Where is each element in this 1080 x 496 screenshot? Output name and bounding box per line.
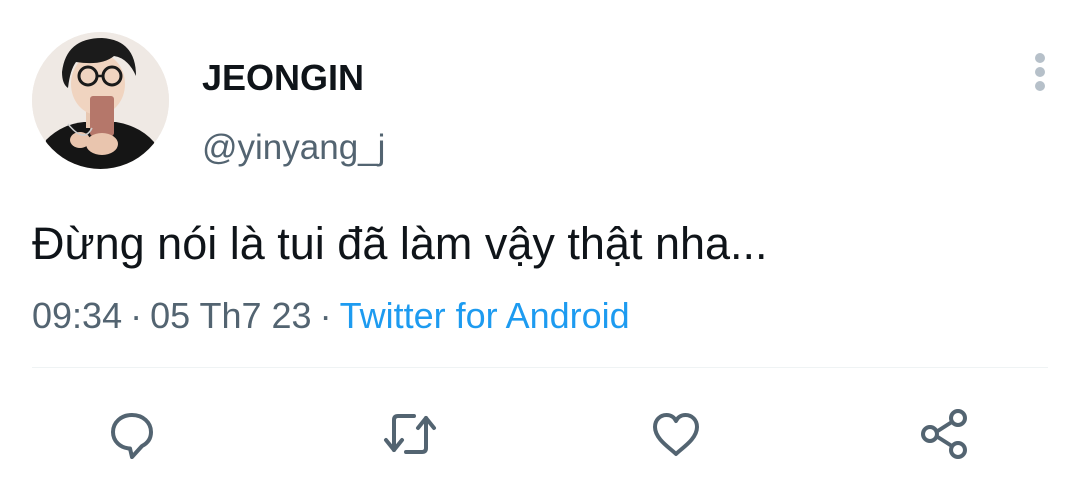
retweet-button[interactable] <box>382 406 438 462</box>
more-vertical-icon <box>1035 53 1045 91</box>
tweet-date: 05 Th7 23 <box>150 295 312 336</box>
divider <box>32 367 1048 368</box>
tweet-source-link[interactable]: Twitter for Android <box>340 295 630 336</box>
avatar[interactable] <box>32 32 169 169</box>
profile-photo <box>32 32 169 169</box>
reply-button[interactable] <box>104 406 160 462</box>
separator: · <box>130 295 143 336</box>
share-icon <box>921 409 967 459</box>
user-handle[interactable]: @yinyang_j <box>202 128 385 168</box>
separator: · <box>319 295 332 336</box>
share-button[interactable] <box>916 406 972 462</box>
display-name[interactable]: JEONGIN <box>202 58 364 98</box>
heart-icon <box>653 413 699 456</box>
tweet-metadata: 09:34 · 05 Th7 23 · Twitter for Android <box>32 294 630 338</box>
tweet-text: Đừng nói là tui đã làm vậy thật nha... <box>32 218 768 269</box>
chat-bubble-icon <box>111 413 153 459</box>
retweet-icon <box>384 414 436 454</box>
like-button[interactable] <box>648 406 704 462</box>
more-options-button[interactable] <box>1018 48 1062 96</box>
tweet-time: 09:34 <box>32 295 123 336</box>
